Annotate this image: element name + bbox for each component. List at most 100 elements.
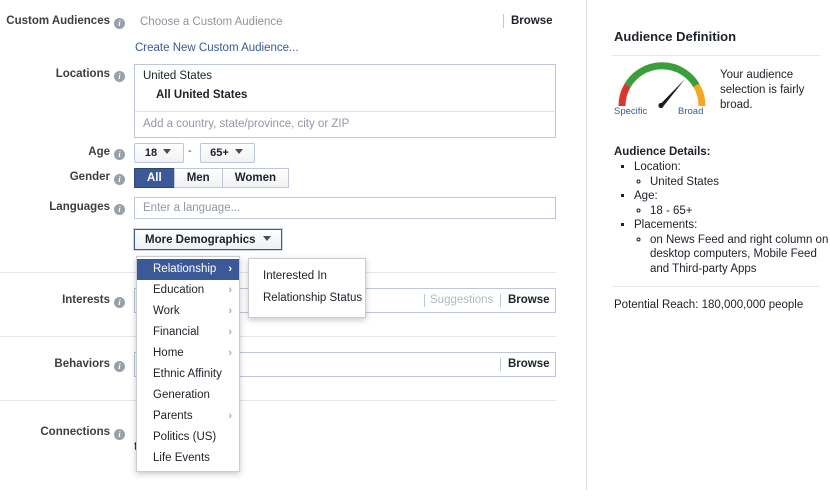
divider [424,294,425,307]
age-label-text: Age [88,146,110,158]
behaviors-browse-button[interactable]: Browse [508,358,550,370]
targeting-form: Custom Audiences i Choose a Custom Audien… [0,0,586,500]
submenu-item-interested-in[interactable]: Interested In [249,265,365,287]
detail-value: on News Feed and right column on desktop… [650,233,830,277]
gender-option-women[interactable]: Women [221,168,290,188]
custom-audiences-label: Custom Audiences i [0,15,125,29]
interests-label-text: Interests [62,294,110,306]
gender-label: Gender i [0,171,125,185]
row-divider [0,336,556,337]
languages-label: Languages i [0,201,125,215]
detail-label: Location: [634,161,681,173]
age-max-select[interactable]: 65+ [200,143,255,163]
info-icon[interactable]: i [114,204,125,215]
detail-value: 18 - 65+ [650,204,830,219]
chevron-right-icon: › [228,263,232,275]
divider [503,14,504,28]
gauge-label-broad: Broad [678,106,704,117]
chevron-right-icon: › [228,305,232,317]
menu-item-label: Home [153,347,184,359]
chevron-right-icon: › [228,410,232,422]
locations-label-text: Locations [55,68,110,80]
more-demographics-button[interactable]: More Demographics [134,229,282,250]
gauge-svg [618,62,706,109]
chevron-down-icon [234,149,243,154]
menu-item-home[interactable]: Home › [137,343,239,364]
detail-age: Age: 18 - 65+ [634,189,830,218]
info-icon[interactable]: i [114,174,125,185]
age-min-select[interactable]: 18 [134,143,184,163]
locations-box[interactable]: United States All United States Add a co… [134,64,556,138]
chevron-right-icon: › [228,284,232,296]
custom-audiences-label-text: Custom Audiences [6,15,110,27]
menu-item-label: Parents [153,410,193,422]
connections-label: Connections i [0,426,125,440]
menu-item-label: Ethnic Affinity [153,368,222,380]
languages-placeholder: Enter a language... [143,202,241,214]
detail-location: Location: United States [634,160,830,189]
divider [500,358,501,371]
row-divider [0,400,556,401]
custom-audiences-input[interactable]: Choose a Custom Audience [140,16,283,28]
divider [612,55,820,56]
detail-sublist: 18 - 65+ [634,204,830,219]
more-demographics-menu: Relationship › Education › Work › Financ… [136,256,240,472]
info-icon[interactable]: i [114,429,125,440]
menu-item-ethnic-affinity[interactable]: Ethnic Affinity [137,364,239,385]
locations-placeholder: Add a country, state/province, city or Z… [143,118,350,130]
column-divider [586,0,587,490]
relationship-submenu: Interested In Relationship Status [248,258,366,318]
info-icon[interactable]: i [114,18,125,29]
gender-option-all[interactable]: All [134,168,175,188]
chevron-right-icon: › [228,326,232,338]
locations-country: United States [143,70,213,82]
submenu-item-relationship-status[interactable]: Relationship Status [249,287,365,309]
locations-input[interactable]: Add a country, state/province, city or Z… [135,112,555,138]
locations-entry[interactable]: All United States [156,89,247,101]
audience-summary-text: Your audience selection is fairly broad. [720,69,805,111]
ad-targeting-screen: Custom Audiences i Choose a Custom Audien… [0,0,830,500]
gender-segmented-control: All Men Women [134,168,290,188]
menu-item-label: Relationship [153,263,217,275]
age-min-value: 18 [144,147,158,159]
info-icon[interactable]: i [114,361,125,372]
info-icon[interactable]: i [114,71,125,82]
create-custom-audience-link[interactable]: Create New Custom Audience... [135,42,299,54]
gender-option-men[interactable]: Men [173,168,223,188]
menu-item-label: Financial [153,326,200,338]
gender-label-text: Gender [69,171,110,183]
interests-browse-button[interactable]: Browse [508,294,550,306]
menu-item-label: Life Events [153,452,210,464]
menu-item-relationship[interactable]: Relationship › [137,259,239,280]
custom-audiences-browse-button[interactable]: Browse [511,15,553,27]
menu-item-parents[interactable]: Parents › [137,406,239,427]
menu-item-label: Work [153,305,180,317]
languages-input[interactable]: Enter a language... [134,197,556,219]
locations-selected-region: United States All United States [135,65,555,111]
info-icon[interactable]: i [114,297,125,308]
menu-item-generation[interactable]: Generation [137,385,239,406]
menu-item-education[interactable]: Education › [137,280,239,301]
menu-item-politics-us[interactable]: Politics (US) [137,427,239,448]
audience-definition-panel: Audience Definition Specific Broad Your … [604,0,830,500]
behaviors-label-text: Behaviors [54,358,110,370]
interests-suggestions-button[interactable]: Suggestions [430,294,493,306]
age-label: Age i [0,146,125,160]
detail-label: Age: [634,190,658,202]
detail-value: United States [650,175,830,190]
panel-title: Audience Definition [614,29,737,44]
interests-label: Interests i [0,294,125,308]
divider [612,286,820,287]
menu-item-life-events[interactable]: Life Events [137,448,239,469]
behaviors-label: Behaviors i [0,358,125,372]
menu-item-financial[interactable]: Financial › [137,322,239,343]
info-icon[interactable]: i [114,149,125,160]
menu-item-label: Generation [153,389,210,401]
age-max-value: 65+ [210,147,229,159]
menu-item-label: Politics (US) [153,431,217,443]
detail-sublist: on News Feed and right column on desktop… [634,233,830,277]
connections-label-text: Connections [40,426,110,438]
audience-details-title: Audience Details: [614,146,711,158]
chevron-down-icon [262,236,271,241]
menu-item-work[interactable]: Work › [137,301,239,322]
